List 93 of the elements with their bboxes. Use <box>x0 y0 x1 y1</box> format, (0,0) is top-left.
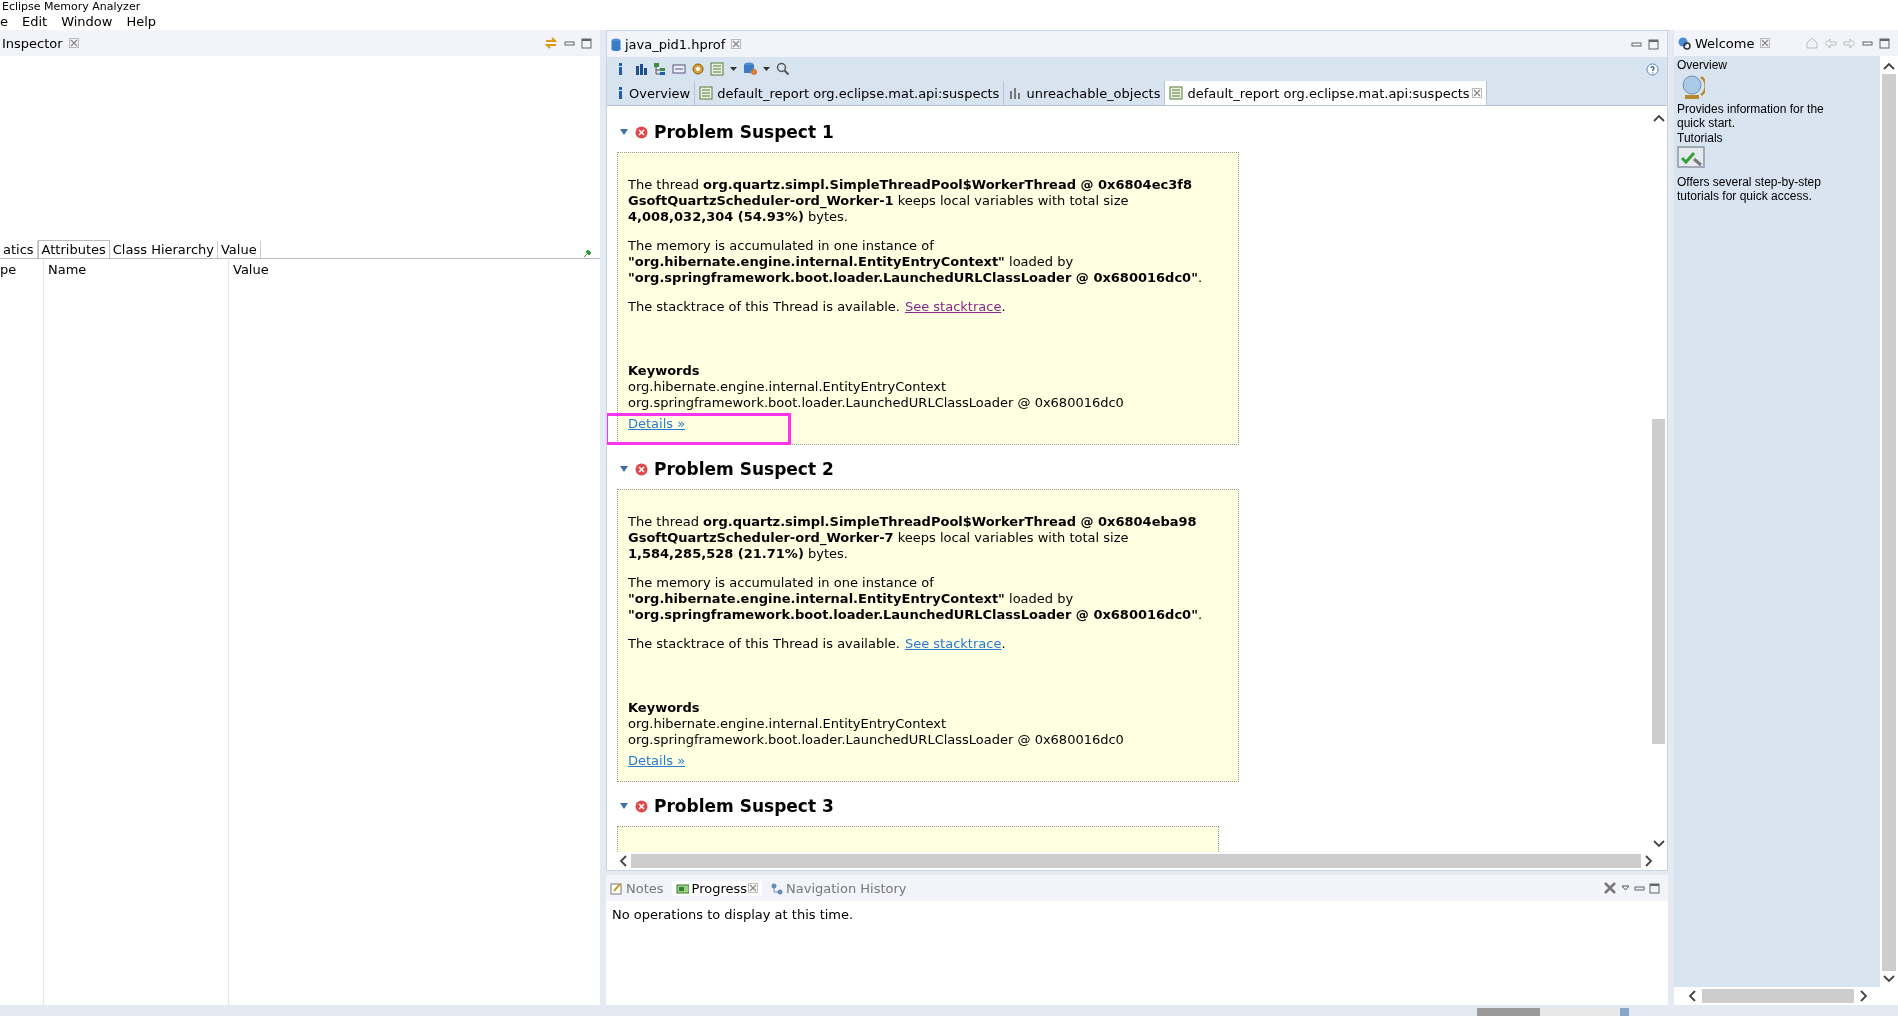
scrollbar-thumb[interactable] <box>631 854 1641 868</box>
section-heading: Problem Suspect 3 <box>654 796 834 816</box>
detail-tab[interactable]: Class Hierarchy <box>109 241 218 258</box>
scroll-right-icon[interactable] <box>1645 855 1653 867</box>
help-icon[interactable] <box>1646 62 1659 76</box>
collapse-triangle-icon[interactable] <box>619 802 629 810</box>
history-icon <box>770 881 784 895</box>
progress-icon <box>675 881 689 895</box>
sync-arrows-icon[interactable] <box>544 36 558 50</box>
punctuation: . <box>1001 299 1006 314</box>
keyword: org.springframework.boot.loader.LaunchedURLClassLoader @ 0x680016dc0 <box>628 395 1125 411</box>
paragraph: The thread org.quartz.simpl.SimpleThreadPool$WorkerThread @ 0x6804eba98 GsoftQuartzScheduler-ord_Worker-7 keeps local variables with total size 1,584,285,528 (21.71%) bytes. <box>628 514 1198 562</box>
menu-item[interactable]: Edit <box>22 14 48 29</box>
view-tab[interactable]: Notes <box>606 880 668 896</box>
maximize-icon[interactable] <box>1649 882 1660 894</box>
collapse-triangle-icon[interactable] <box>619 128 629 136</box>
scrollbar-thumb[interactable] <box>1882 74 1896 971</box>
bar-chart-icon[interactable] <box>634 62 648 76</box>
detail-tab[interactable]: Attributes <box>37 240 110 258</box>
view-tab[interactable]: Inspector <box>0 35 65 51</box>
report-tab[interactable]: Overview <box>611 81 696 105</box>
close-icon[interactable] <box>1760 38 1771 48</box>
column-header[interactable]: Name <box>44 259 228 280</box>
keyword: org.hibernate.engine.internal.EntityEntryContext <box>628 716 948 732</box>
view-tab[interactable]: Navigation History <box>766 880 911 896</box>
details-link[interactable]: Details » <box>628 753 686 768</box>
detail-tab[interactable]: atics <box>0 241 38 258</box>
editor-tab[interactable]: java_pid1.hprof <box>607 36 728 52</box>
maximize-icon[interactable] <box>581 37 592 49</box>
pin-icon[interactable] <box>583 249 592 258</box>
report-tab[interactable]: default_report org.eclipse.mat.api:suspects <box>1165 81 1487 105</box>
keyword: org.hibernate.engine.internal.EntityEntryContext <box>628 379 948 395</box>
column-header[interactable]: pe <box>0 259 43 280</box>
stacktrace-link[interactable]: See stacktrace <box>904 636 1002 651</box>
close-icon[interactable] <box>68 38 79 48</box>
search-icon[interactable] <box>776 62 790 76</box>
paragraph: The stacktrace of this Thread is available. <box>628 636 900 651</box>
view-menu-icon[interactable] <box>1621 884 1630 892</box>
close-icon[interactable] <box>748 883 759 893</box>
window-title: Eclipse Memory Analyzer <box>0 0 1898 13</box>
keywords-heading: Keywords <box>628 363 701 379</box>
database-icon[interactable] <box>743 62 757 76</box>
scrollbar-thumb[interactable] <box>1702 989 1854 1003</box>
menu-item[interactable]: Window <box>61 14 113 29</box>
caret-icon[interactable] <box>762 65 771 73</box>
stacktrace-link[interactable]: See stacktrace <box>904 299 1002 314</box>
maximize-icon[interactable] <box>1648 38 1659 50</box>
database-icon <box>611 37 621 51</box>
section-heading: Problem Suspect 1 <box>654 122 834 142</box>
keyword: org.springframework.boot.loader.LaunchedURLClassLoader @ 0x680016dc0 <box>628 732 1125 748</box>
view-tab[interactable]: Progress <box>671 880 763 896</box>
remove-all-icon[interactable] <box>1603 881 1617 895</box>
report-icon[interactable] <box>710 62 724 76</box>
scroll-up-icon[interactable] <box>1652 114 1665 122</box>
column-header[interactable]: Value <box>229 259 600 280</box>
tree-icon[interactable] <box>653 62 667 76</box>
bar-chart-icon <box>1008 86 1023 100</box>
report-tab[interactable]: default_report org.eclipse.mat.api:suspects <box>695 81 1005 105</box>
scroll-down-icon[interactable] <box>1883 975 1895 983</box>
close-icon[interactable] <box>1471 88 1482 98</box>
scroll-left-icon[interactable] <box>1688 990 1696 1002</box>
keywords-heading: Keywords <box>628 700 701 716</box>
scroll-left-icon[interactable] <box>619 855 627 867</box>
scrollbar-thumb[interactable] <box>1652 418 1665 744</box>
report-icon <box>699 86 714 100</box>
error-icon <box>635 462 648 476</box>
detail-tab[interactable]: Value <box>217 241 261 258</box>
paragraph: The thread org.quartz.simpl.SimpleThreadPool$WorkerThread @ 0x6804ec3f8 GsoftQuartzScheduler-ord_Worker-1 keeps local variables with total size 4,008,032,304 (54.93%) bytes. <box>628 177 1193 225</box>
welcome-link[interactable]: Overview <box>1677 58 1727 72</box>
menu-item[interactable]: e <box>0 14 8 29</box>
section-heading: Problem Suspect 2 <box>654 459 834 479</box>
collapse-triangle-icon[interactable] <box>619 465 629 473</box>
caret-icon[interactable] <box>729 65 738 73</box>
punctuation: . <box>1001 636 1006 651</box>
scroll-right-icon[interactable] <box>1860 990 1868 1002</box>
welcome-link[interactable]: Tutorials <box>1677 131 1723 145</box>
menu-item[interactable]: Help <box>126 14 157 29</box>
error-icon <box>635 799 648 813</box>
welcome-description: Offers several step-by-step tutorials for quick access. <box>1677 175 1822 203</box>
maximize-icon[interactable] <box>1879 37 1890 49</box>
pencil-note-icon <box>610 881 623 895</box>
details-link[interactable]: Details » <box>628 416 686 431</box>
error-icon <box>635 125 648 139</box>
close-icon[interactable] <box>731 39 742 49</box>
paragraph: The memory is accumulated in one instance of "org.hibernate.engine.internal.EntityEntryContext" loaded by "org.springframework.boot.loader.LaunchedURLClassLoader @ 0x680016dc0". <box>628 238 1204 286</box>
status-message: No operations to display at this time. <box>611 906 855 924</box>
paragraph: The stacktrace of this Thread is available. <box>628 299 900 314</box>
welcome-icon <box>1678 36 1691 50</box>
scroll-up-icon[interactable] <box>1883 62 1895 70</box>
welcome-description: Provides information for the quick start. <box>1677 102 1825 130</box>
paragraph: The memory is accumulated in one instance of "org.hibernate.engine.internal.EntityEntryContext" loaded by "org.springframework.boot.loader.LaunchedURLClassLoader @ 0x680016dc0". <box>628 575 1204 623</box>
report-icon <box>1169 86 1184 100</box>
scroll-down-icon[interactable] <box>1652 840 1665 848</box>
